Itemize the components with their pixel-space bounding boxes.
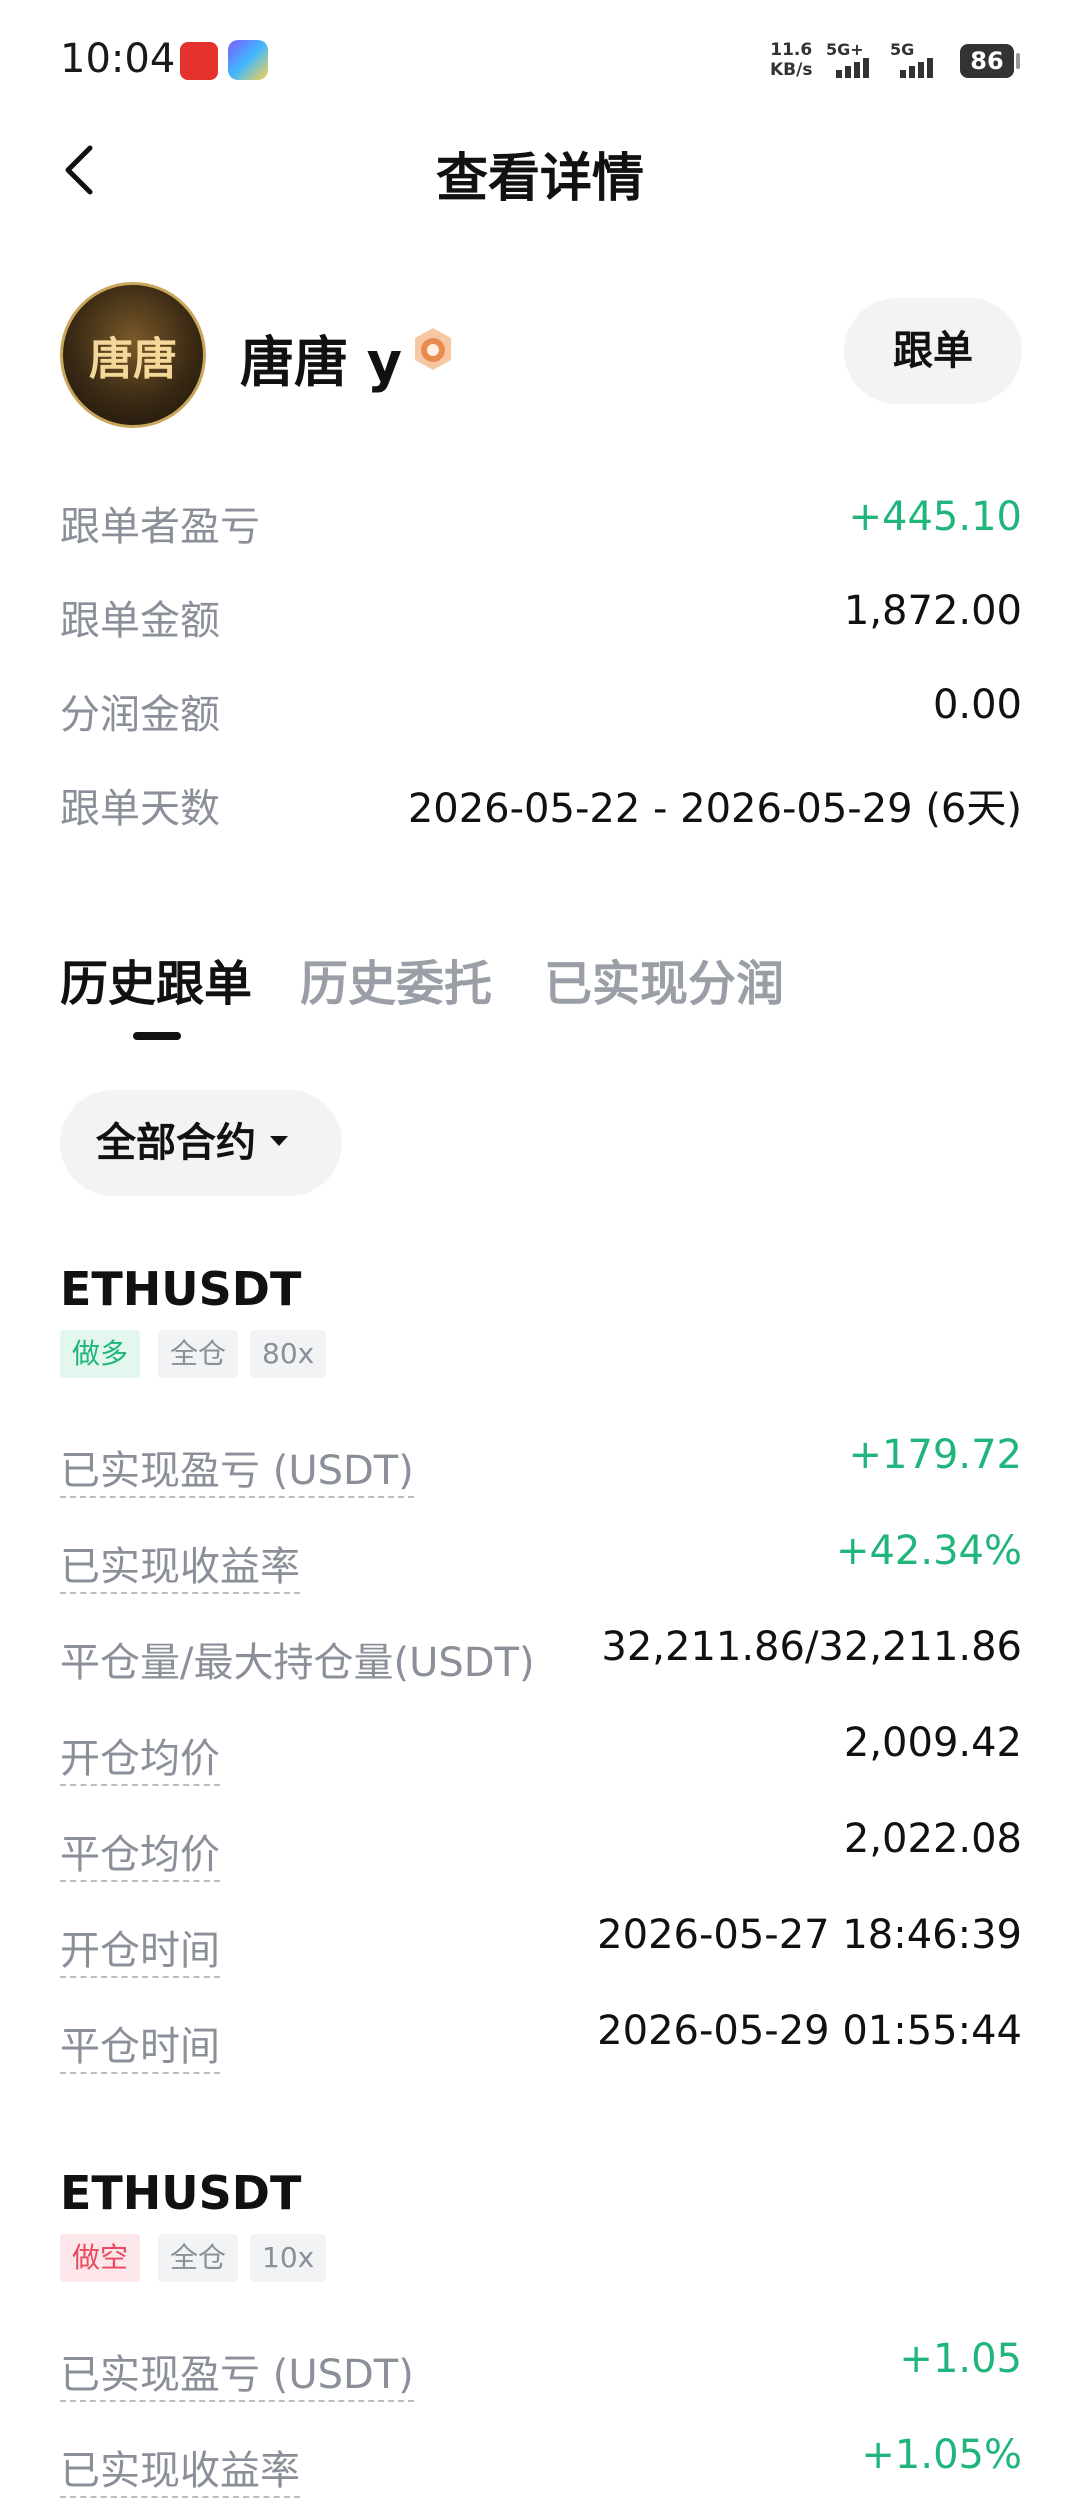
stat-value-amount: 1,872.00 (843, 588, 1022, 634)
open-price-label-text: 开仓均价 (60, 1736, 220, 1786)
tab-realized-share[interactable]: 已实现分润 (544, 944, 784, 1014)
trade-value-realized-rate: +42.34% (835, 1528, 1022, 1574)
battery-icon: 86 (960, 44, 1014, 78)
stat-label-days: 跟单天数 (60, 786, 220, 832)
tag-direction-long: 做多 (60, 1330, 141, 1378)
bronze-medal-icon (410, 326, 456, 372)
tag-margin-mode-2: 全仓 (158, 2234, 239, 2282)
trade-value-close-price: 2,022.08 (843, 1816, 1022, 1862)
trade-label-realized-pnl[interactable]: 已实现盈亏 (USDT) (60, 1438, 414, 1498)
tag-leverage: 80x (250, 1330, 327, 1378)
tag-leverage-2: 10x (250, 2234, 327, 2282)
close-price-label-text: 平仓均价 (60, 1832, 220, 1882)
caret-down-icon (270, 1136, 288, 1146)
stat-value-profit-share: 0.00 (932, 682, 1022, 728)
tab-indicator (133, 1032, 181, 1040)
trade-value-volume: 32,211.86/32,211.86 (601, 1624, 1022, 1670)
net-speed-value: 11.6 (770, 40, 813, 60)
stat-value-days: 2026-05-22 - 2026-05-29 (6天) (407, 786, 1022, 832)
filter-label: 全部合约 (96, 1120, 256, 1166)
trade-label-open-price[interactable]: 开仓均价 (60, 1726, 220, 1786)
tag-margin-mode: 全仓 (158, 1330, 239, 1378)
trade-label-open-time[interactable]: 开仓时间 (60, 1918, 220, 1978)
trade-label-volume: 平仓量/最大持仓量(USDT) (60, 1640, 535, 1686)
trade-symbol: ETHUSDT (60, 1262, 302, 1316)
realized-pnl-label-text-2: 已实现盈亏 (USDT) (60, 2352, 414, 2402)
realized-pnl-label-text: 已实现盈亏 (USDT) (60, 1448, 414, 1498)
app-notification-icon (180, 42, 218, 80)
tab-history-orders[interactable]: 历史委托 (300, 944, 492, 1014)
signal-label: 5G+ (826, 40, 864, 59)
tab-history-copy[interactable]: 历史跟单 (60, 944, 252, 1014)
realized-rate-label-text-2: 已实现收益率 (60, 2448, 300, 2498)
trader-name: 唐唐 y (240, 331, 402, 394)
realized-rate-label-text: 已实现收益率 (60, 1544, 300, 1594)
avatar[interactable]: 唐唐 (60, 282, 206, 428)
network-speed: 11.6 KB/s (770, 40, 812, 80)
status-time: 10:04 (60, 36, 176, 82)
contract-filter-dropdown[interactable]: 全部合约 (60, 1090, 342, 1196)
avatar-text: 唐唐 (89, 334, 177, 385)
stat-label-profit-share: 分润金额 (60, 692, 220, 738)
trade-value-open-price: 2,009.42 (843, 1720, 1022, 1766)
trade2-value-realized-pnl: +1.05 (899, 2336, 1022, 2382)
trade-label-close-time[interactable]: 平仓时间 (60, 2014, 220, 2074)
stat-label-pnl: 跟单者盈亏 (60, 504, 260, 550)
trade-label-close-price[interactable]: 平仓均价 (60, 1822, 220, 1882)
signal-5g-plus-icon: 5G+ (826, 40, 886, 80)
net-speed-unit: KB/s (770, 60, 813, 80)
trade-label-realized-rate[interactable]: 已实现收益率 (60, 1534, 300, 1594)
stat-label-amount: 跟单金额 (60, 598, 220, 644)
trade2-value-realized-rate: +1.05% (861, 2432, 1022, 2478)
trade-value-open-time: 2026-05-27 18:46:39 (597, 1912, 1022, 1958)
follow-button[interactable]: 跟单 (844, 298, 1022, 404)
tag-direction-short: 做空 (60, 2234, 141, 2282)
stat-value-pnl: +445.10 (848, 494, 1022, 540)
signal-5g-icon: 5G (890, 40, 950, 80)
trade2-label-realized-pnl[interactable]: 已实现盈亏 (USDT) (60, 2342, 414, 2402)
page-title: 查看详情 (435, 149, 644, 209)
battery-tip (1016, 53, 1020, 69)
trade2-label-realized-rate[interactable]: 已实现收益率 (60, 2438, 300, 2498)
open-time-label-text: 开仓时间 (60, 1928, 220, 1978)
close-time-label-text: 平仓时间 (60, 2024, 220, 2074)
trade-value-realized-pnl: +179.72 (848, 1432, 1022, 1478)
trade-symbol-2: ETHUSDT (60, 2166, 302, 2220)
app-notification-icon-2 (228, 40, 268, 80)
trade-value-close-time: 2026-05-29 01:55:44 (597, 2008, 1022, 2054)
signal-label-2: 5G (890, 40, 915, 59)
